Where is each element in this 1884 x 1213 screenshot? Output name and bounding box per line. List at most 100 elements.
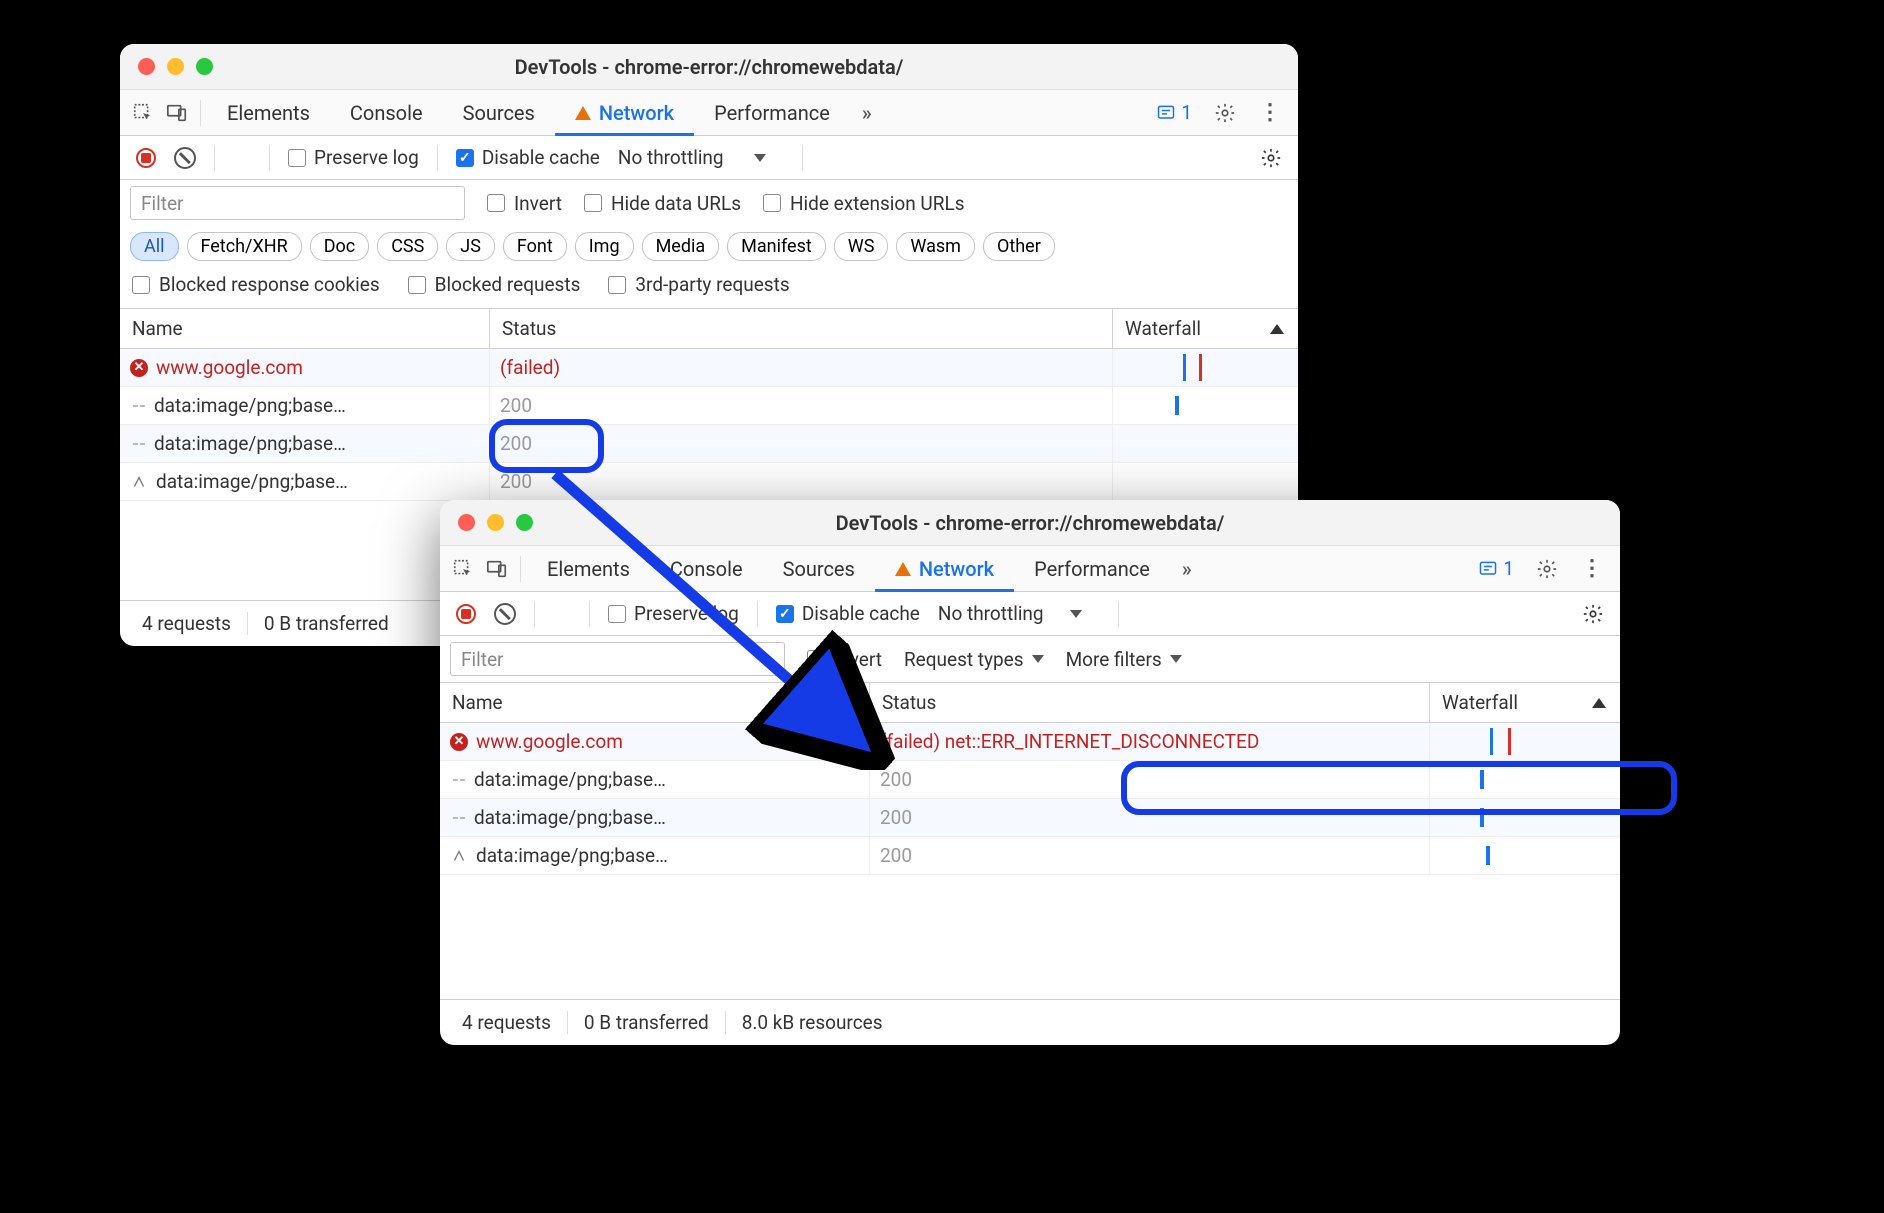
pill-media[interactable]: Media (642, 232, 720, 261)
pill-other[interactable]: Other (983, 232, 1055, 261)
table-row[interactable]: data:image/png;base… 200 (440, 837, 1620, 875)
invert-checkbox[interactable] (807, 650, 825, 668)
error-icon (130, 359, 148, 377)
disable-cache-checkbox[interactable] (776, 605, 794, 623)
more-filters-dropdown[interactable]: More filters (1066, 648, 1182, 671)
throttling-select[interactable]: No throttling (932, 602, 1088, 625)
tab-elements[interactable]: Elements (207, 90, 330, 136)
pill-ws[interactable]: WS (834, 232, 889, 261)
hide-ext-urls-checkbox[interactable] (763, 194, 781, 212)
tab-network[interactable]: Network (555, 90, 694, 136)
dash-icon: -- (130, 394, 146, 417)
filter-input[interactable]: Filter (130, 186, 465, 220)
pill-all[interactable]: All (130, 232, 179, 261)
col-waterfall[interactable]: Waterfall (1430, 683, 1620, 722)
pill-img[interactable]: Img (575, 232, 634, 261)
pill-doc[interactable]: Doc (310, 232, 370, 261)
more-tabs-icon[interactable]: » (1170, 552, 1204, 586)
minimize-icon[interactable] (487, 514, 504, 531)
pill-js[interactable]: JS (446, 232, 495, 261)
pill-font[interactable]: Font (503, 232, 567, 261)
invert-label: Invert (514, 192, 562, 215)
table-row[interactable]: --data:image/png;base… 200 (120, 425, 1298, 463)
close-icon[interactable] (458, 514, 475, 531)
zoom-icon[interactable] (196, 58, 213, 75)
clear-button[interactable] (174, 147, 196, 169)
pill-wasm[interactable]: Wasm (896, 232, 975, 261)
preserve-log-checkbox[interactable] (608, 605, 626, 623)
tab-elements[interactable]: Elements (527, 546, 650, 592)
record-button[interactable] (456, 604, 476, 624)
blocked-requests-checkbox[interactable] (408, 276, 426, 294)
caret-down-icon (1070, 610, 1082, 618)
col-name[interactable]: Name (120, 309, 490, 348)
pill-fetch[interactable]: Fetch/XHR (187, 232, 302, 261)
settings-icon[interactable] (1208, 96, 1242, 130)
divider (200, 100, 201, 126)
transferred-size: 0 B transferred (568, 1011, 726, 1034)
issues-button[interactable]: 1 (1472, 557, 1520, 580)
table-row[interactable]: data:image/png;base… 200 (120, 463, 1298, 501)
hide-data-urls-checkbox[interactable] (584, 194, 602, 212)
table-row[interactable]: --data:image/png;base… 200 (440, 799, 1620, 837)
blocked-cookies-checkbox[interactable] (132, 276, 150, 294)
throttling-select[interactable]: No throttling (612, 146, 772, 169)
minimize-icon[interactable] (167, 58, 184, 75)
kebab-menu-icon[interactable]: ⋮ (1252, 96, 1286, 130)
network-settings-icon[interactable] (1576, 603, 1610, 625)
tab-sources[interactable]: Sources (443, 90, 555, 136)
invert-checkbox[interactable] (487, 194, 505, 212)
tab-console[interactable]: Console (650, 546, 763, 592)
main-tabs: Elements Console Sources Network Perform… (120, 90, 1298, 136)
request-types-dropdown[interactable]: Request types (904, 648, 1044, 671)
error-icon (450, 733, 468, 751)
zoom-icon[interactable] (516, 514, 533, 531)
close-icon[interactable] (138, 58, 155, 75)
device-icon[interactable] (160, 96, 194, 130)
tab-performance[interactable]: Performance (1014, 546, 1170, 592)
issues-button[interactable]: 1 (1150, 101, 1198, 124)
clear-button[interactable] (494, 603, 516, 625)
more-tabs-icon[interactable]: » (850, 96, 884, 130)
table-header: Name Status Waterfall (440, 683, 1620, 723)
table-row[interactable]: www.google.com (failed) net::ERR_INTERNE… (440, 723, 1620, 761)
request-rows: www.google.com (failed) --data:image/png… (120, 349, 1298, 501)
pill-manifest[interactable]: Manifest (727, 232, 826, 261)
request-rows: www.google.com (failed) net::ERR_INTERNE… (440, 723, 1620, 875)
disable-cache-label: Disable cache (482, 146, 600, 169)
pill-css[interactable]: CSS (377, 232, 438, 261)
table-row[interactable]: --data:image/png;base… 200 (120, 387, 1298, 425)
col-status[interactable]: Status (490, 309, 1113, 348)
caret-down-icon (1032, 655, 1044, 663)
device-icon[interactable] (480, 552, 514, 586)
settings-icon[interactable] (1530, 552, 1564, 586)
caret-down-icon (754, 154, 766, 162)
requests-count: 4 requests (126, 612, 248, 635)
tab-performance[interactable]: Performance (694, 90, 850, 136)
disable-cache-checkbox[interactable] (456, 149, 474, 167)
table-row[interactable]: www.google.com (failed) (120, 349, 1298, 387)
third-party-checkbox[interactable] (608, 276, 626, 294)
record-button[interactable] (136, 148, 156, 168)
more-filters-row: Blocked response cookies Blocked request… (120, 265, 1298, 309)
col-name[interactable]: Name (440, 683, 870, 722)
preserve-log-checkbox[interactable] (288, 149, 306, 167)
col-waterfall[interactable]: Waterfall (1113, 309, 1298, 348)
dash-icon: -- (450, 768, 466, 791)
network-settings-icon[interactable] (1254, 147, 1288, 169)
tab-sources[interactable]: Sources (763, 546, 875, 592)
inspect-icon[interactable] (446, 552, 480, 586)
filter-bar: Filter Invert Hide data URLs Hide extens… (120, 180, 1298, 226)
kebab-menu-icon[interactable]: ⋮ (1574, 552, 1608, 586)
table-row[interactable]: --data:image/png;base… 200 (440, 761, 1620, 799)
tab-console[interactable]: Console (330, 90, 443, 136)
filter-input[interactable]: Filter (450, 642, 785, 676)
dash-icon: -- (450, 806, 466, 829)
tab-network[interactable]: Network (875, 546, 1014, 592)
traffic-lights (458, 514, 533, 531)
titlebar: DevTools - chrome-error://chromewebdata/ (440, 500, 1620, 546)
devtools-window-2: DevTools - chrome-error://chromewebdata/… (440, 500, 1620, 1045)
dash-icon: -- (130, 432, 146, 455)
col-status[interactable]: Status (870, 683, 1430, 722)
inspect-icon[interactable] (126, 96, 160, 130)
